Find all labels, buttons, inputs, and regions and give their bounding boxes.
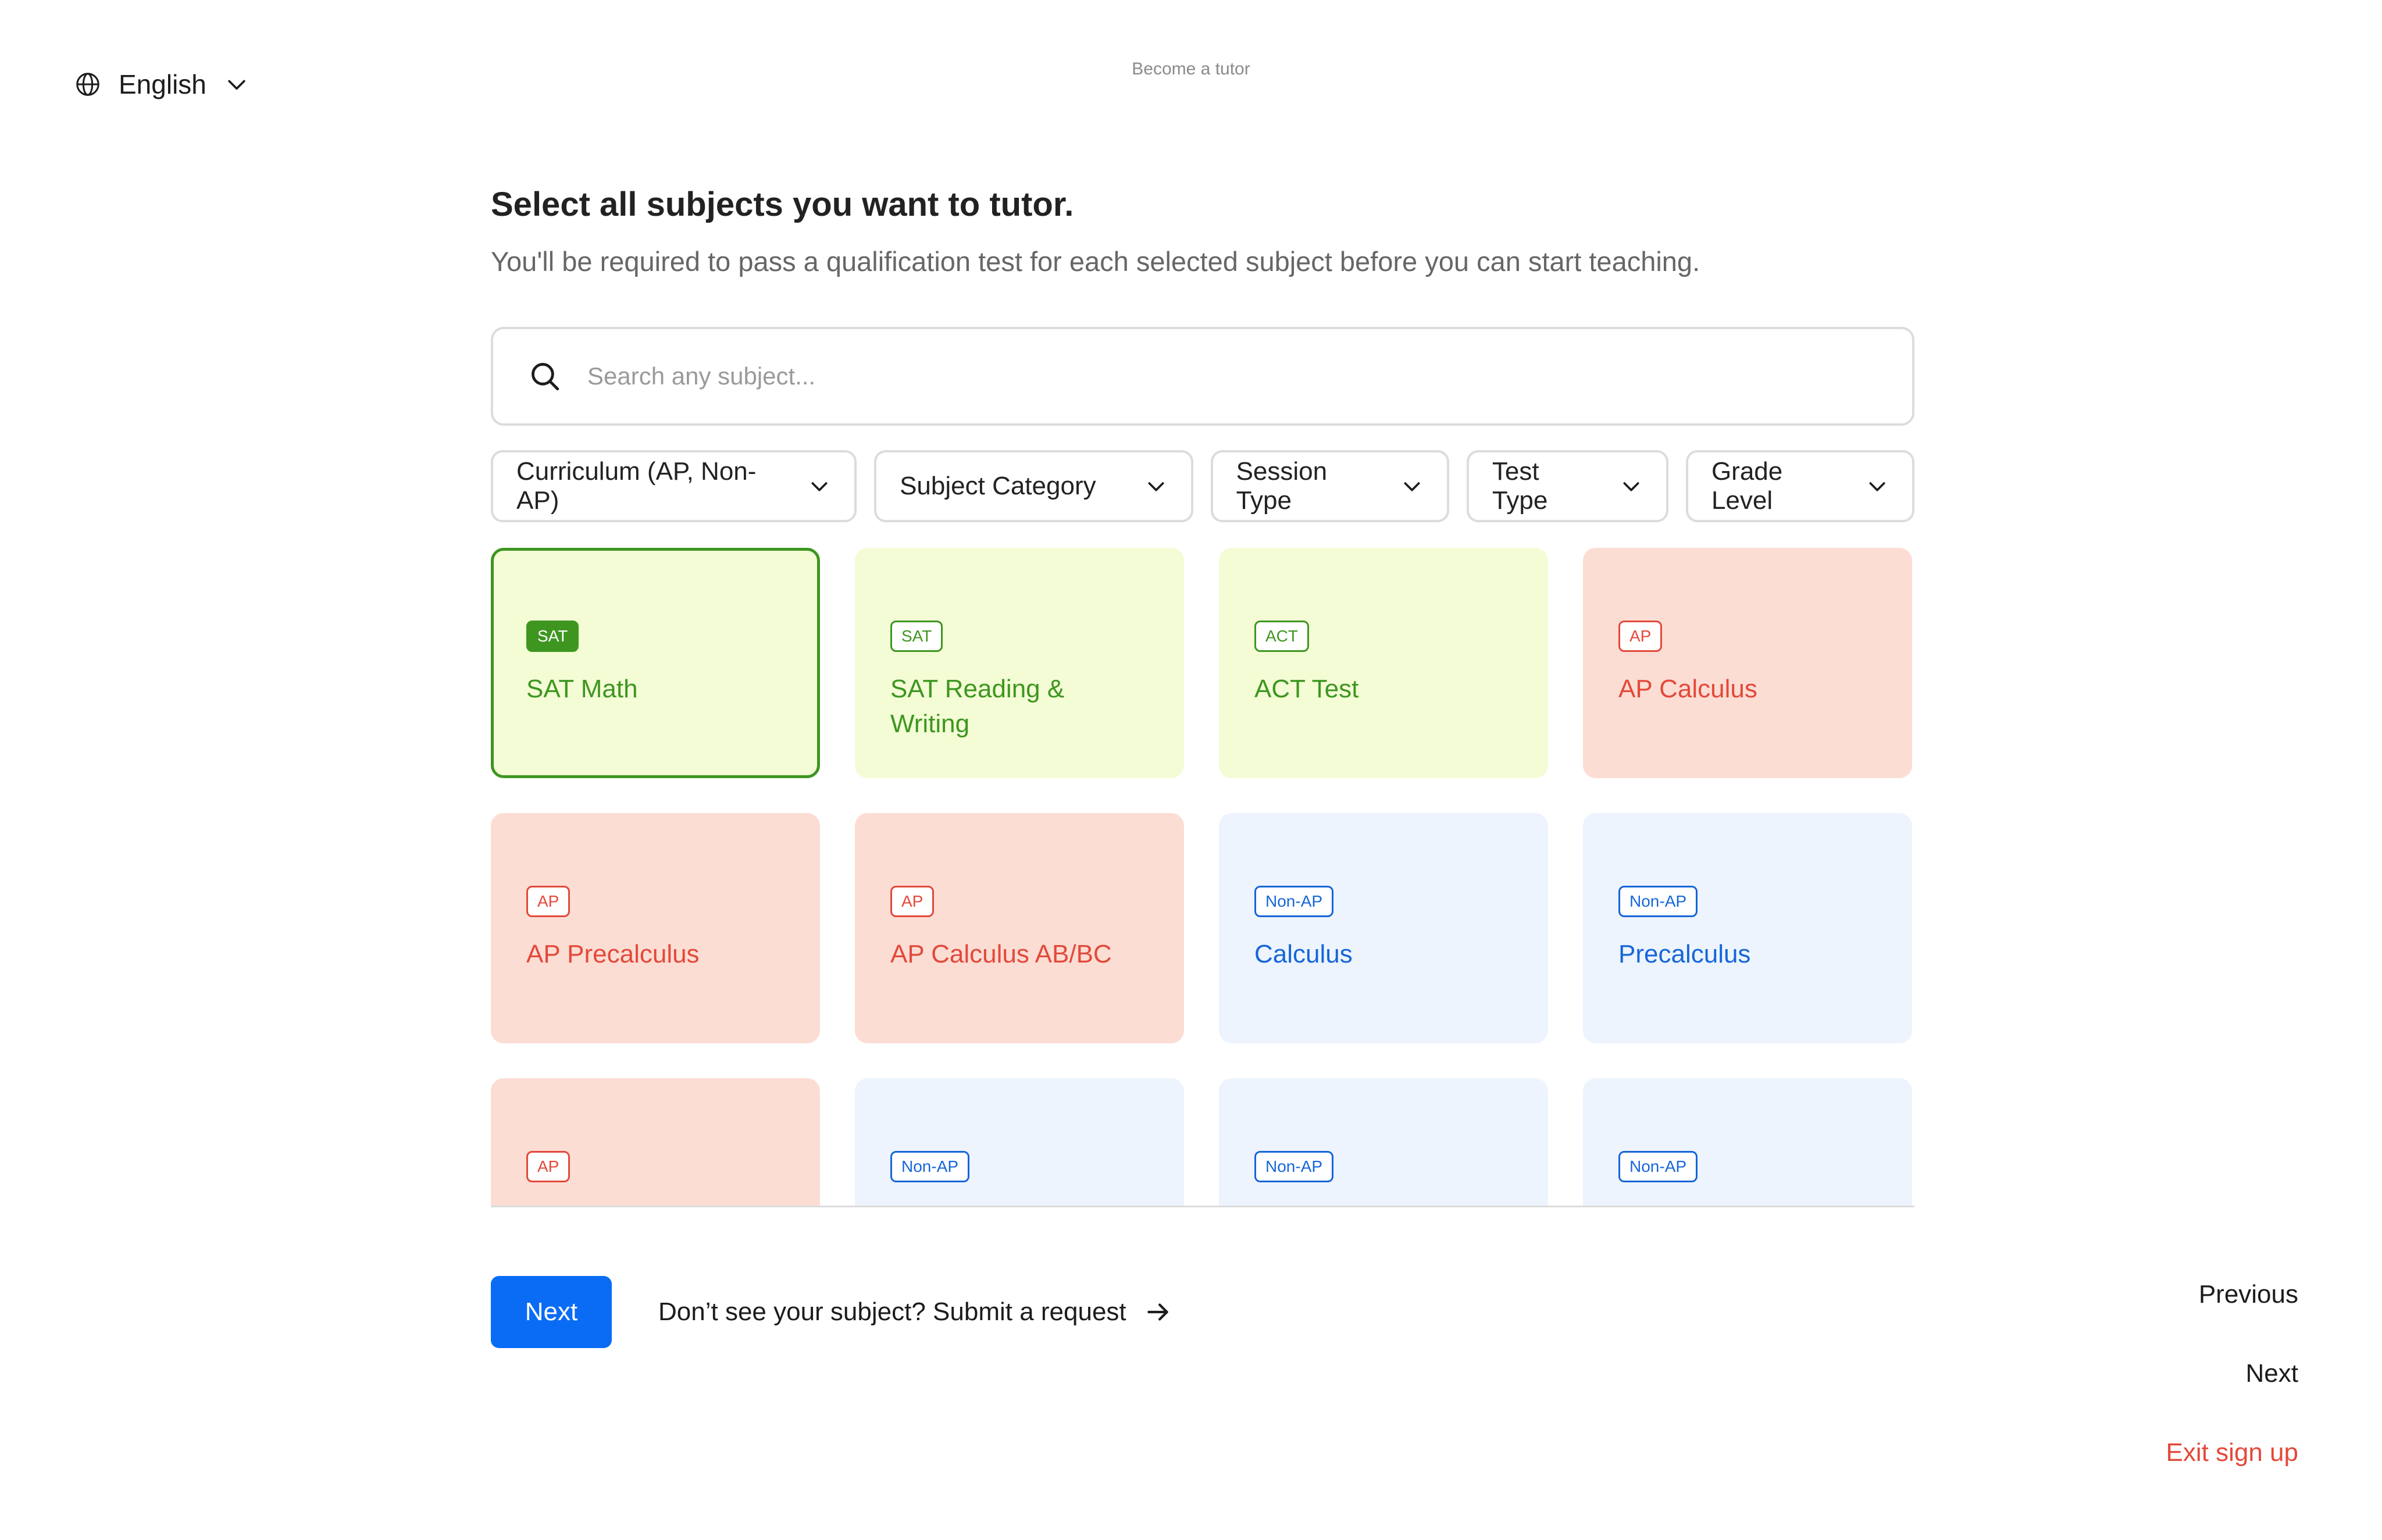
next-link[interactable]: Next (2246, 1356, 2298, 1391)
subject-grid-scroll[interactable]: SAT SAT Math SAT SAT Reading & Writing A… (491, 548, 1914, 1207)
subject-badge: AP (890, 886, 935, 917)
subject-card[interactable]: Non-AP Calculus (1219, 813, 1548, 1043)
subject-title: AP Calculus AB/BC (890, 940, 1112, 968)
subject-badge: AP (526, 886, 570, 917)
subject-badge: AP (1618, 621, 1663, 652)
subject-card[interactable]: AP AP Calculus (1583, 548, 1912, 778)
subject-badge: Non-AP (1254, 1151, 1334, 1182)
subject-badge: Non-AP (1618, 886, 1698, 917)
subject-card[interactable]: ACT ACT Test (1219, 548, 1548, 778)
filter-session-type[interactable]: Session Type (1210, 450, 1449, 522)
search-box[interactable] (491, 327, 1914, 426)
subject-title: SAT Math (526, 675, 638, 703)
subject-badge: SAT (890, 621, 943, 652)
filter-test-type[interactable]: Test Type (1466, 450, 1668, 522)
page: English Become a tutor Select all subjec… (0, 0, 2382, 1540)
subject-card[interactable]: AP AP Calculus AB/BC (855, 813, 1184, 1043)
subject-card[interactable]: Non-AP (1219, 1078, 1548, 1206)
step-navigation: Previous Next Exit sign up (2166, 1277, 2298, 1470)
subject-card[interactable]: AP (491, 1078, 820, 1206)
filter-label: Subject Category (900, 472, 1096, 500)
subject-badge: ACT (1254, 621, 1309, 652)
filter-subject-category[interactable]: Subject Category (874, 450, 1193, 522)
exit-signup-link[interactable]: Exit sign up (2166, 1435, 2298, 1470)
chevron-down-icon (1148, 482, 1164, 491)
subject-title: Calculus (1254, 940, 1353, 968)
subheading: You'll be required to pass a qualificati… (491, 246, 1700, 277)
filter-label: Grade Level (1711, 457, 1783, 515)
chevron-down-icon (1404, 482, 1420, 491)
heading: Select all subjects you want to tutor. (491, 186, 1074, 223)
previous-link[interactable]: Previous (2199, 1277, 2298, 1312)
subject-badge: Non-AP (890, 1151, 970, 1182)
search-icon (532, 363, 559, 391)
subject-card[interactable]: Non-AP (1583, 1078, 1912, 1206)
subject-title: ACT Test (1254, 675, 1359, 703)
subject-card[interactable]: AP AP Precalculus (491, 813, 820, 1043)
subject-badge: Non-AP (1618, 1151, 1698, 1182)
subject-badge: Non-AP (1254, 886, 1334, 917)
filter-label: Session Type (1236, 457, 1328, 515)
subject-title: SAT Reading & Writing (890, 675, 1065, 738)
submit-request-label: Don’t see your subject? Submit a request (658, 1297, 1126, 1326)
subject-title: AP Precalculus (526, 940, 700, 968)
main-content: Select all subjects you want to tutor. Y… (491, 181, 1915, 1207)
subject-badge: AP (526, 1151, 570, 1182)
arrow-right-icon (1147, 1303, 1168, 1321)
submit-request-link[interactable]: Don’t see your subject? Submit a request (658, 1297, 1173, 1327)
subject-badge: SAT (526, 621, 579, 652)
filter-bar: Curriculum (AP, Non-AP) Subject Category… (491, 450, 1915, 522)
search-input[interactable] (587, 362, 1809, 390)
chevron-down-icon (1623, 482, 1639, 491)
chevron-down-icon (1869, 482, 1885, 491)
bottom-actions: Next Don’t see your subject? Submit a re… (491, 1276, 1173, 1348)
subject-card[interactable]: Non-AP Precalculus (1583, 813, 1912, 1043)
subject-title: AP Calculus (1618, 675, 1757, 703)
filter-curriculum[interactable]: Curriculum (AP, Non-AP) (491, 450, 857, 522)
filter-label: Test Type (1492, 457, 1548, 515)
filter-label: Curriculum (AP, Non-AP) (516, 457, 757, 515)
subject-grid: SAT SAT Math SAT SAT Reading & Writing A… (491, 548, 1914, 1206)
next-button[interactable]: Next (491, 1276, 612, 1348)
subject-card[interactable]: SAT SAT Math (491, 548, 820, 778)
subject-card[interactable]: SAT SAT Reading & Writing (855, 548, 1184, 778)
subject-title: Precalculus (1618, 940, 1751, 968)
chevron-down-icon (811, 482, 828, 491)
filter-grade-level[interactable]: Grade Level (1685, 450, 1915, 522)
subject-card[interactable]: Non-AP (855, 1078, 1184, 1206)
page-title: Become a tutor (1132, 59, 1250, 79)
